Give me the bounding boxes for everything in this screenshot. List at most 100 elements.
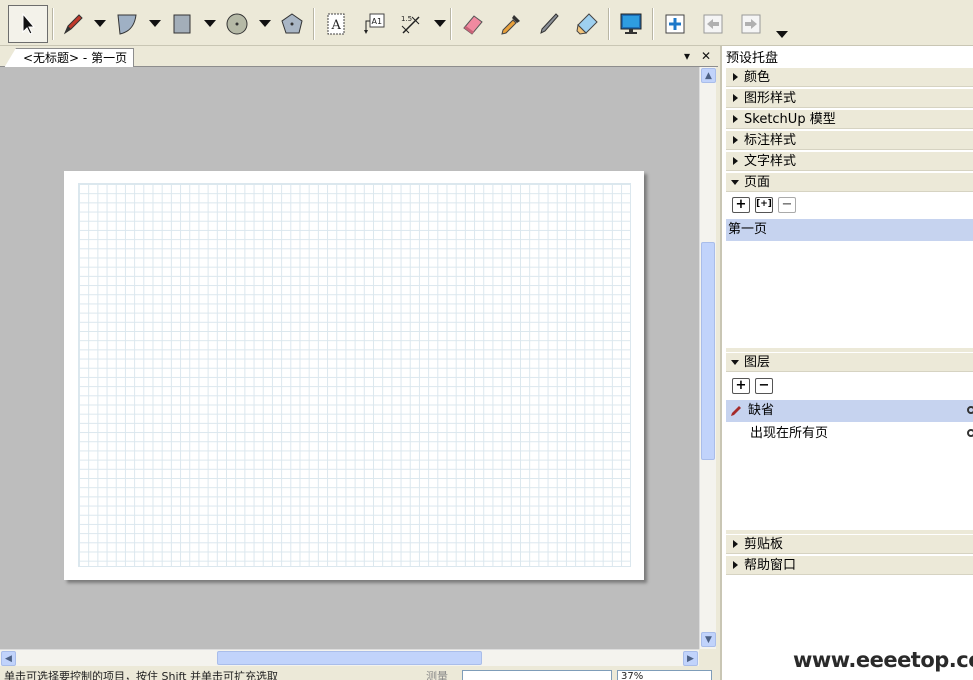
panel-header-label: 页面 bbox=[744, 175, 771, 190]
layer-name: 缺省 bbox=[748, 403, 775, 418]
pencil-icon bbox=[63, 14, 83, 35]
add-layer-button[interactable]: + bbox=[732, 378, 750, 394]
join-tool-button[interactable] bbox=[570, 7, 604, 41]
presentation-button[interactable] bbox=[614, 7, 648, 41]
previous-page-icon bbox=[703, 14, 723, 34]
pencil-icon bbox=[731, 406, 741, 416]
page-list-item[interactable]: 第一页 bbox=[726, 219, 973, 241]
page-name: 第一页 bbox=[728, 222, 768, 237]
polygon-icon bbox=[281, 13, 303, 34]
expand-arrow-icon bbox=[733, 115, 738, 123]
previous-page-button[interactable] bbox=[696, 7, 730, 41]
cursor-arrow-icon bbox=[22, 12, 36, 35]
join-icon bbox=[576, 13, 598, 35]
panel-header-help[interactable]: 帮助窗口 bbox=[726, 555, 973, 575]
page-grid bbox=[78, 183, 631, 567]
collapse-arrow-icon bbox=[731, 180, 739, 185]
document-tab[interactable]: <无标题> - 第一页 bbox=[4, 48, 135, 68]
eyedropper-tool-button[interactable] bbox=[494, 7, 528, 41]
panel-header-dimension-style[interactable]: 标注样式 bbox=[726, 130, 973, 150]
panel-header-label: SketchUp 模型 bbox=[744, 112, 836, 127]
rectangle-tool-button[interactable] bbox=[165, 7, 199, 41]
watermark: www.eeeetop.com bbox=[793, 648, 973, 672]
polygon-tool-button[interactable] bbox=[275, 7, 309, 41]
circle-tool-button[interactable] bbox=[220, 7, 254, 41]
panel-header-label: 文字样式 bbox=[744, 154, 797, 169]
pencil-tool-button[interactable] bbox=[56, 7, 90, 41]
layer-name: 出现在所有页 bbox=[750, 426, 829, 441]
measure-label: 测量 bbox=[426, 670, 448, 680]
rectangle-dropdown-icon[interactable] bbox=[204, 20, 216, 27]
close-icon[interactable]: ✕ bbox=[701, 49, 711, 63]
add-page-small-button[interactable]: + bbox=[732, 197, 750, 213]
zoom-select[interactable]: 37% bbox=[617, 670, 712, 680]
panel-header-layers[interactable]: 图层 bbox=[726, 352, 973, 372]
split-icon bbox=[540, 13, 559, 34]
toolbar-separator bbox=[52, 8, 54, 40]
main-toolbar: A A1 1.5 bbox=[0, 0, 973, 46]
vertical-scrollbar[interactable]: ▲ ▼ bbox=[699, 67, 716, 649]
panel-header-clipboard[interactable]: 剪贴板 bbox=[726, 534, 973, 554]
select-tool-button[interactable] bbox=[8, 5, 48, 43]
panel-header-colors[interactable]: 颜色 bbox=[726, 67, 973, 87]
layer-row[interactable]: 出现在所有页 bbox=[726, 423, 973, 445]
toolbar-separator bbox=[608, 8, 610, 40]
measure-input[interactable] bbox=[462, 670, 612, 680]
svg-text:1.5: 1.5 bbox=[401, 15, 412, 23]
scroll-up-icon[interactable]: ▲ bbox=[701, 68, 716, 83]
expand-arrow-icon bbox=[733, 157, 738, 165]
circle-dropdown-icon[interactable] bbox=[259, 20, 271, 27]
arc-tool-button[interactable] bbox=[110, 7, 144, 41]
panel-header-label: 图层 bbox=[744, 355, 771, 370]
horizontal-scroll-thumb[interactable] bbox=[217, 651, 482, 665]
rectangle-icon bbox=[173, 14, 191, 34]
visibility-eye-icon[interactable] bbox=[967, 406, 973, 414]
eraser-tool-button[interactable] bbox=[456, 7, 490, 41]
expand-arrow-icon bbox=[733, 94, 738, 102]
circle-icon bbox=[226, 13, 248, 35]
expand-arrow-icon bbox=[733, 540, 738, 548]
expand-arrow-icon bbox=[733, 73, 738, 81]
panel-header-label: 帮助窗口 bbox=[744, 558, 797, 573]
text-tool-button[interactable]: A bbox=[319, 7, 353, 41]
panel-header-shape-style[interactable]: 图形样式 bbox=[726, 88, 973, 108]
arc-icon bbox=[117, 14, 137, 35]
panel-header-label: 图形样式 bbox=[744, 91, 797, 106]
add-page-button[interactable] bbox=[658, 7, 692, 41]
expand-arrow-icon bbox=[733, 136, 738, 144]
arc-dropdown-icon[interactable] bbox=[149, 20, 161, 27]
panel-header-label: 剪贴板 bbox=[744, 537, 784, 552]
toolbar-separator bbox=[450, 8, 452, 40]
pencil-dropdown-icon[interactable] bbox=[94, 20, 106, 27]
vertical-scroll-thumb[interactable] bbox=[701, 242, 715, 460]
panel-header-label: 标注样式 bbox=[744, 133, 797, 148]
horizontal-scrollbar[interactable]: ◀ ▶ bbox=[0, 649, 699, 666]
scroll-left-icon[interactable]: ◀ bbox=[1, 651, 16, 666]
remove-layer-button[interactable]: − bbox=[755, 378, 773, 394]
toolbar-overflow-icon[interactable] bbox=[776, 31, 788, 38]
text-icon: A bbox=[327, 13, 345, 35]
remove-page-button[interactable]: − bbox=[778, 197, 796, 213]
duplicate-page-button[interactable]: [+] bbox=[755, 197, 773, 213]
toolbar-separator bbox=[652, 8, 654, 40]
panel-header-pages[interactable]: 页面 bbox=[726, 172, 973, 192]
layer-row[interactable]: 缺省 bbox=[726, 400, 973, 422]
dimension-dropdown-icon[interactable] bbox=[434, 20, 446, 27]
scroll-down-icon[interactable]: ▼ bbox=[701, 632, 716, 647]
next-page-button[interactable] bbox=[734, 7, 768, 41]
tab-menu-icon[interactable]: ▾ bbox=[684, 49, 690, 63]
tray-title: 预设托盘 bbox=[726, 51, 779, 66]
toolbar-separator bbox=[313, 8, 315, 40]
dimension-tool-button[interactable]: 1.5 bbox=[394, 7, 428, 41]
dimension-icon: 1.5 bbox=[401, 15, 420, 34]
page-paper[interactable] bbox=[64, 171, 644, 580]
visibility-eye-icon[interactable] bbox=[967, 429, 973, 437]
scroll-right-icon[interactable]: ▶ bbox=[683, 651, 698, 666]
drawing-canvas[interactable] bbox=[0, 67, 699, 649]
panel-header-text-style[interactable]: 文字样式 bbox=[726, 151, 973, 171]
document-tab-bar: <无标题> - 第一页 ▾ ✕ bbox=[0, 46, 718, 68]
panel-header-sketchup-model[interactable]: SketchUp 模型 bbox=[726, 109, 973, 129]
split-tool-button[interactable] bbox=[532, 7, 566, 41]
label-tool-button[interactable]: A1 bbox=[357, 7, 391, 41]
svg-text:A1: A1 bbox=[372, 17, 383, 26]
